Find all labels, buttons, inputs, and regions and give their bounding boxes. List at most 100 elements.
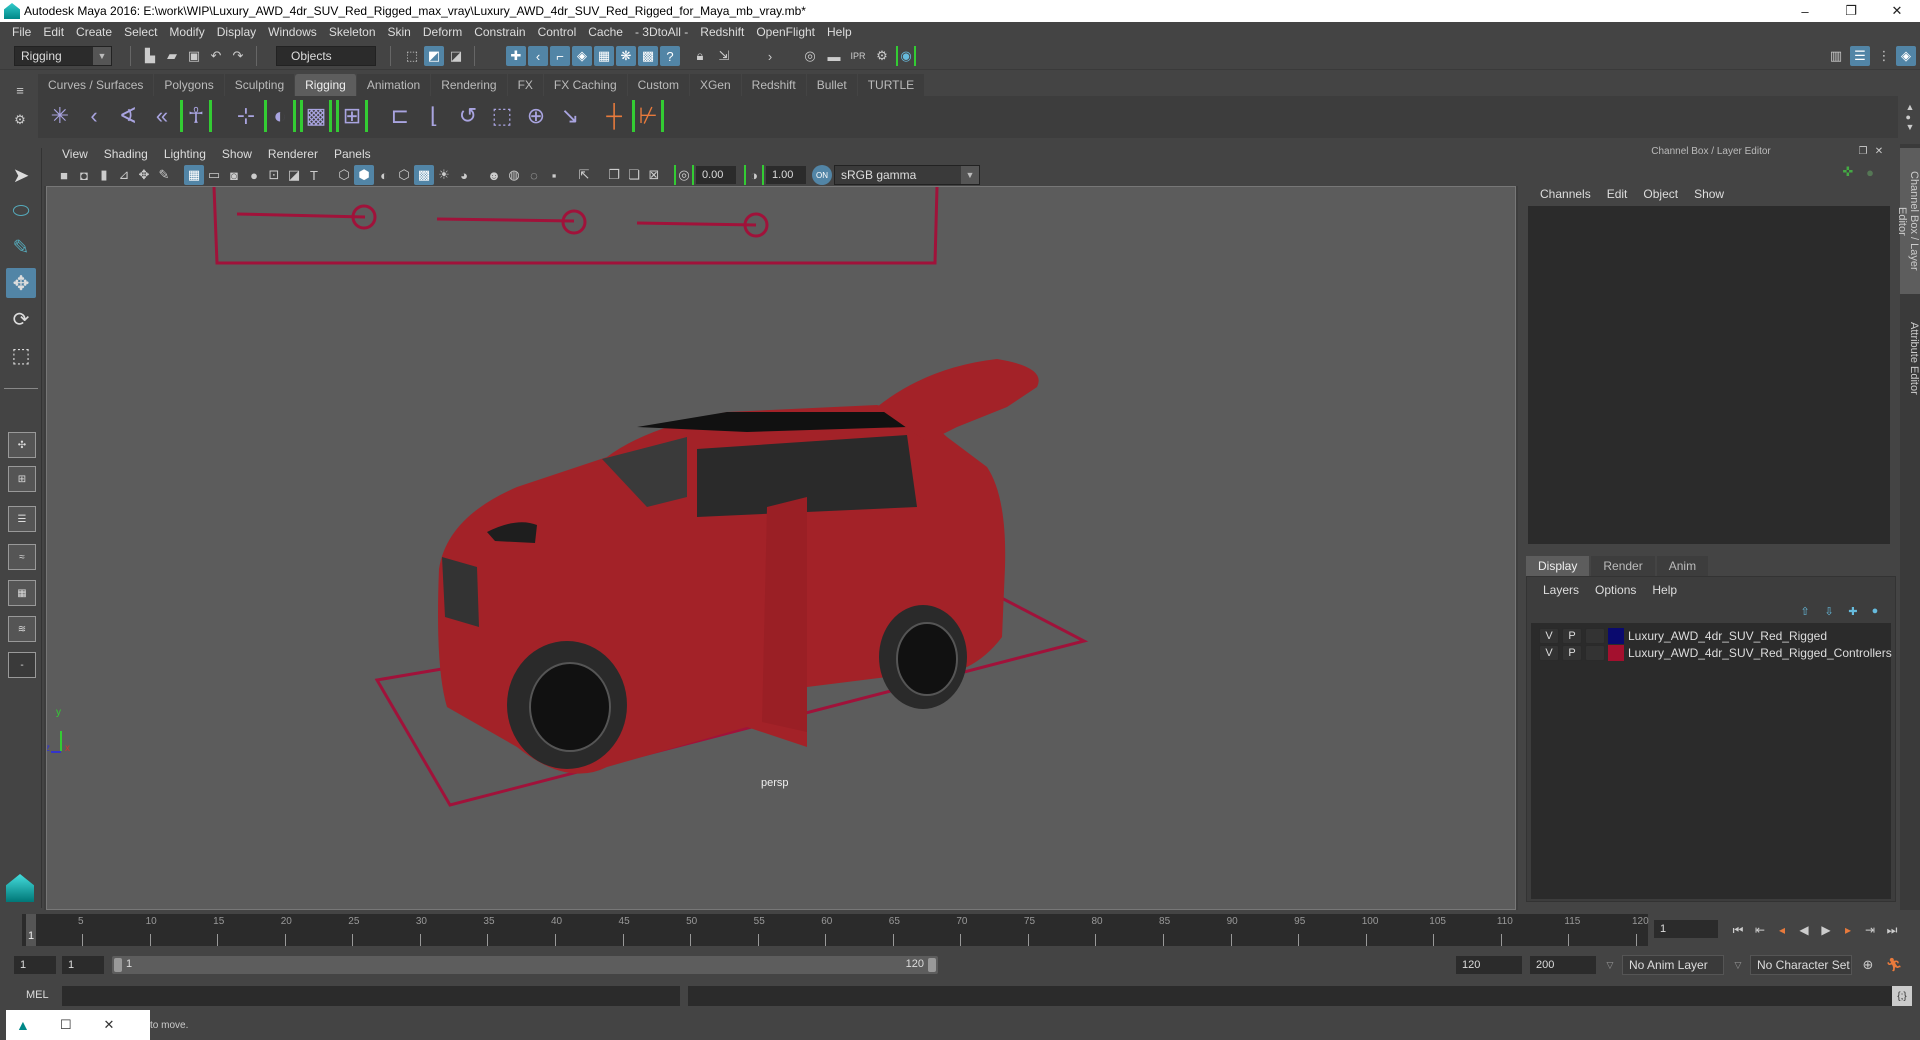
rotate-tool-icon[interactable]: ⟳ xyxy=(6,304,36,334)
restore-icon[interactable]: ☐ xyxy=(60,1017,72,1033)
single-perspective-layout-icon[interactable]: ✣ xyxy=(8,432,36,458)
layer-color-swatch[interactable] xyxy=(1608,645,1624,661)
manipulator-icon[interactable]: ✜ xyxy=(1840,164,1856,180)
shelf-tab-sculpting[interactable]: Sculpting xyxy=(224,74,296,96)
minimize-button[interactable]: – xyxy=(1782,0,1828,22)
exposure-icon[interactable]: ◎ xyxy=(674,165,694,185)
snap-live-icon[interactable]: ▦ xyxy=(594,46,614,66)
menuset-dropdown[interactable]: Rigging ▼ xyxy=(14,46,112,66)
lattice-icon[interactable]: ▩ xyxy=(300,100,332,132)
display-type-toggle[interactable] xyxy=(1585,628,1605,644)
shelf-tab-curves-surfaces[interactable]: Curves / Surfaces xyxy=(38,74,155,96)
menu-openflight[interactable]: OpenFlight xyxy=(750,22,821,42)
expand-arrow-icon[interactable]: › xyxy=(760,46,780,66)
range-start-handle[interactable] xyxy=(114,958,122,972)
layer-menu-options[interactable]: Options xyxy=(1587,583,1644,597)
safe-title-icon[interactable]: T xyxy=(304,165,324,185)
shelf-tab-xgen[interactable]: XGen xyxy=(689,74,742,96)
ik-spline-icon[interactable]: ∢ xyxy=(112,100,144,132)
go-to-start-icon[interactable]: ⏮ xyxy=(1728,920,1748,940)
gamma-field[interactable]: 1.00 xyxy=(766,166,806,184)
input-output-icon[interactable]: ⇲ xyxy=(714,46,734,66)
2d-pan-zoom-icon[interactable]: ✥ xyxy=(134,165,154,185)
use-all-lights-icon[interactable]: ☀ xyxy=(434,165,454,185)
viewport-menu-shading[interactable]: Shading xyxy=(96,147,156,161)
viewport-menu-renderer[interactable]: Renderer xyxy=(260,147,326,161)
shelf-scroll[interactable]: ▲ ● ▼ xyxy=(1900,100,1920,134)
shelf-tab-rendering[interactable]: Rendering xyxy=(431,74,508,96)
channel-box-menu-show[interactable]: Show xyxy=(1686,184,1732,204)
menu-display[interactable]: Display xyxy=(211,22,262,42)
open-scene-icon[interactable]: ▰ xyxy=(162,46,182,66)
locator-icon[interactable]: ┼ xyxy=(598,100,630,132)
go-to-end-icon[interactable]: ⏭ xyxy=(1882,920,1902,940)
move-layer-up-icon[interactable]: ⇧ xyxy=(1797,603,1813,619)
chevron-down-icon[interactable]: ▽ xyxy=(1728,955,1748,975)
grid-icon[interactable]: ▦ xyxy=(184,165,204,185)
new-layer-selected-icon[interactable]: ● xyxy=(1867,603,1883,619)
help-snap-icon[interactable]: ? xyxy=(660,46,680,66)
select-hierarchy-icon[interactable]: ⬚ xyxy=(402,46,422,66)
aim-constraint-icon[interactable]: ⊕ xyxy=(520,100,552,132)
float-panel-icon[interactable]: ❐ xyxy=(1856,144,1870,158)
lasso-tool-icon[interactable]: ⬭ xyxy=(6,196,36,226)
pole-vector-icon[interactable]: ↘ xyxy=(554,100,586,132)
persp-graph-outliner-layout-icon[interactable]: ≋ xyxy=(8,616,36,642)
script-editor-icon[interactable]: {;} xyxy=(1892,986,1912,1006)
camera-attr-icon[interactable]: ◘ xyxy=(74,165,94,185)
hud-icon[interactable]: ❏ xyxy=(624,165,644,185)
redo-icon[interactable]: ↷ xyxy=(228,46,248,66)
sync-icon[interactable]: ● xyxy=(1862,164,1878,180)
render-view-icon[interactable]: ◎ xyxy=(800,46,820,66)
next-key-icon[interactable]: ▸ xyxy=(1838,920,1858,940)
close-panel-icon[interactable]: ✕ xyxy=(1872,144,1886,158)
menu-skeleton[interactable]: Skeleton xyxy=(323,22,382,42)
step-forward-key-icon[interactable]: ⇥ xyxy=(1860,920,1880,940)
xray-icon[interactable]: ☻ xyxy=(484,165,504,185)
wireframe-on-shaded-icon[interactable]: ⬡ xyxy=(394,165,414,185)
textured-icon[interactable]: ▩ xyxy=(414,165,434,185)
anti-alias-icon[interactable]: ▪ xyxy=(544,165,564,185)
channel-box-menu-channels[interactable]: Channels xyxy=(1532,184,1599,204)
close-button[interactable]: ✕ xyxy=(1874,0,1920,22)
time-slider-bar[interactable]: 1 5 10 15 20 25 30 35 40 45 50 55 60 65 70 75 80 85 90 95 1… xyxy=(22,914,1649,946)
layer-name[interactable]: Luxury_AWD_4dr_SUV_Red_Rigged xyxy=(1628,629,1827,643)
safe-action-icon[interactable]: ◪ xyxy=(284,165,304,185)
shelf-tab-redshift[interactable]: Redshift xyxy=(741,74,807,96)
layer-tab-anim[interactable]: Anim xyxy=(1656,556,1709,576)
play-backwards-icon[interactable]: ◀ xyxy=(1794,920,1814,940)
start-time-field[interactable]: 1 xyxy=(14,956,56,974)
tab-channel-box[interactable]: Channel Box / Layer Editor xyxy=(1896,148,1920,294)
snap-view-plane-icon[interactable]: ◈ xyxy=(572,46,592,66)
hypershade-icon[interactable]: ◉ xyxy=(896,46,916,66)
joint-tool-icon[interactable]: ✳ xyxy=(44,100,76,132)
channel-box-area[interactable] xyxy=(1528,206,1890,544)
shelf-tab-polygons[interactable]: Polygons xyxy=(154,74,225,96)
viewport-menu-panels[interactable]: Panels xyxy=(326,147,379,161)
lock-icon[interactable]: 🔒︎ xyxy=(690,46,710,66)
tool-settings-icon[interactable]: ⋮ xyxy=(1874,46,1894,66)
isolate-select-icon[interactable]: ⇱ xyxy=(574,165,594,185)
save-scene-icon[interactable]: ▣ xyxy=(184,46,204,66)
ipr-render-icon[interactable]: IPR xyxy=(848,46,868,66)
shelf-tab-custom[interactable]: Custom xyxy=(627,74,690,96)
colorspace-dropdown[interactable]: sRGB gamma ▼ xyxy=(834,165,980,185)
move-layer-down-icon[interactable]: ⇩ xyxy=(1821,603,1837,619)
viewport-canvas[interactable]: y z x persp xyxy=(46,186,1516,910)
channel-box-menu-edit[interactable]: Edit xyxy=(1599,184,1636,204)
smooth-shade-icon[interactable]: ⬢ xyxy=(354,165,374,185)
select-object-icon[interactable]: ◩ xyxy=(424,46,444,66)
playback-end-field[interactable]: 120 xyxy=(1456,956,1522,974)
layer-tab-display[interactable]: Display xyxy=(1526,556,1590,576)
insert-joint-icon[interactable]: « xyxy=(146,100,178,132)
color-management-toggle[interactable]: ON xyxy=(812,165,832,185)
channel-box-menu-object[interactable]: Object xyxy=(1635,184,1686,204)
film-gate-icon[interactable]: ▭ xyxy=(204,165,224,185)
resolution-gate-icon[interactable]: ◙ xyxy=(224,165,244,185)
shelf-tab-turtle[interactable]: TURTLE xyxy=(857,74,926,96)
snap-point-icon[interactable]: ⌐ xyxy=(550,46,570,66)
menu-create[interactable]: Create xyxy=(70,22,118,42)
auto-key-icon[interactable]: ⊕ xyxy=(1858,955,1878,975)
step-back-key-icon[interactable]: ⇤ xyxy=(1750,920,1770,940)
menu-file[interactable]: File xyxy=(6,22,37,42)
